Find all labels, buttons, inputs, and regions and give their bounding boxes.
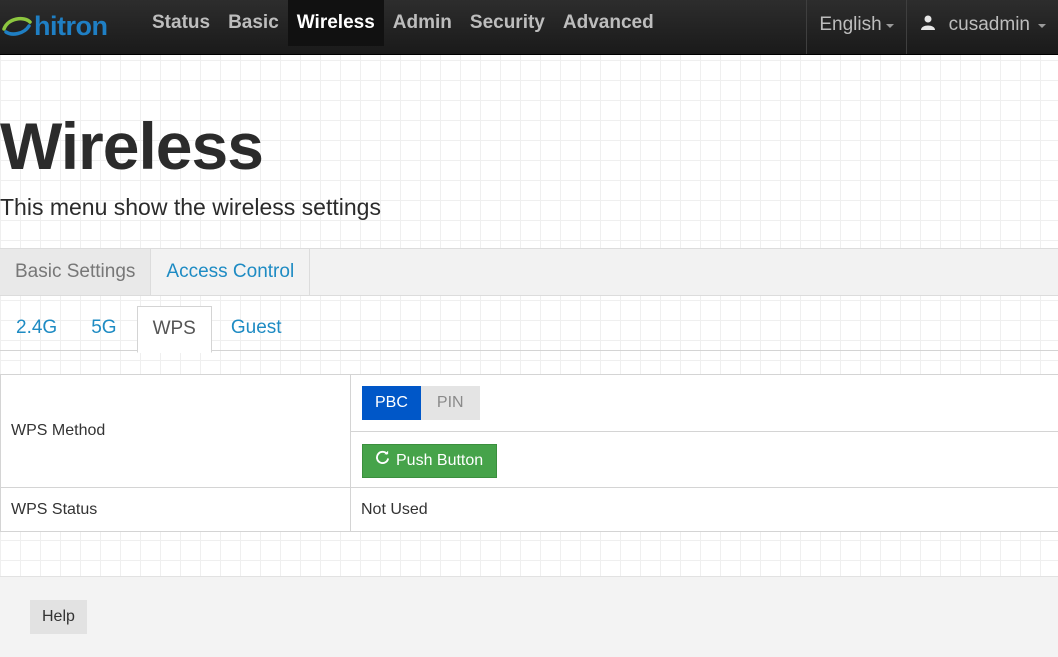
user-dropdown[interactable]: cusadmin xyxy=(907,0,1058,50)
chevron-down-icon xyxy=(1038,24,1046,28)
chevron-down-icon xyxy=(885,24,894,28)
subtab-wps[interactable]: WPS xyxy=(136,306,212,353)
logo-text: hitron xyxy=(34,10,108,41)
language-label: English xyxy=(819,14,882,35)
main-nav: Status Basic Wireless Admin Security Adv… xyxy=(143,0,663,54)
username-label: cusadmin xyxy=(948,14,1030,35)
sub-tab-bar: 2.4G 5G WPS Guest xyxy=(0,306,1058,353)
wps-method-toggle: PBC PIN xyxy=(362,386,480,420)
hitron-logo[interactable]: hitron xyxy=(2,8,108,44)
wps-method-label: WPS Method xyxy=(1,375,351,487)
subtab-5g[interactable]: 5G xyxy=(74,306,136,350)
table-row-wps-method: WPS Method PBC PIN Push Button xyxy=(1,375,1058,488)
nav-security[interactable]: Security xyxy=(461,0,554,46)
push-button-label: Push Button xyxy=(396,452,484,469)
user-icon xyxy=(920,0,935,50)
nav-wireless[interactable]: Wireless xyxy=(287,0,384,46)
pbc-option[interactable]: PBC xyxy=(362,386,421,420)
tab-basic-settings[interactable]: Basic Settings xyxy=(0,249,152,295)
table-row-wps-status: WPS Status Not Used xyxy=(1,488,1058,531)
wps-method-selector-row: PBC PIN xyxy=(351,375,1058,432)
nav-admin[interactable]: Admin xyxy=(384,0,461,46)
top-navbar: hitron Status Basic Wireless Admin Secur… xyxy=(0,0,1058,55)
subtab-guest[interactable]: Guest xyxy=(216,306,292,350)
nav-status[interactable]: Status xyxy=(143,0,219,46)
nav-right: English cusadmin xyxy=(806,0,1058,54)
nav-advanced[interactable]: Advanced xyxy=(554,0,663,46)
wps-push-row: Push Button xyxy=(351,432,1058,487)
footer-bar: Help xyxy=(0,576,1058,657)
refresh-icon xyxy=(375,444,390,478)
wps-status-label: WPS Status xyxy=(1,488,351,531)
push-button[interactable]: Push Button xyxy=(362,444,498,478)
wps-settings-table: WPS Method PBC PIN Push Button WPS Statu… xyxy=(0,374,1058,532)
wps-status-value: Not Used xyxy=(361,500,428,518)
nav-basic[interactable]: Basic xyxy=(219,0,288,46)
wps-method-cell: PBC PIN Push Button xyxy=(351,375,1058,487)
language-dropdown[interactable]: English xyxy=(807,0,905,50)
pin-option[interactable]: PIN xyxy=(420,386,480,420)
tab-access-control[interactable]: Access Control xyxy=(151,249,311,295)
page-title: Wireless xyxy=(0,109,264,183)
subtab-2-4g[interactable]: 2.4G xyxy=(0,306,74,350)
help-button[interactable]: Help xyxy=(30,600,87,634)
hitron-swirl-icon xyxy=(2,16,32,36)
page-subtitle: This menu show the wireless settings xyxy=(0,194,381,220)
main-tab-bar: Basic Settings Access Control xyxy=(0,248,1058,296)
